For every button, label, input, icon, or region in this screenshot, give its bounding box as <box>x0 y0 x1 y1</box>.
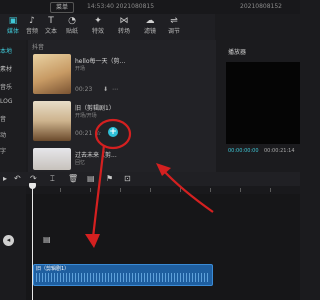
media-thumbnail[interactable] <box>33 148 71 170</box>
favorite-icon[interactable]: ☆ <box>96 130 101 137</box>
tab-adjust[interactable]: ⇌ 调节 <box>163 16 185 35</box>
ruler-tick <box>210 188 211 192</box>
sidebar-item-audio[interactable]: 音 <box>0 114 24 123</box>
audio-waveform <box>36 273 210 282</box>
media-clip-title: 过去未来（剪... <box>75 152 117 159</box>
text-icon: T <box>48 16 54 26</box>
more-icon[interactable]: ⋯ <box>112 86 118 93</box>
player-total-time: 00:00:21:14 <box>264 148 295 154</box>
media-thumbnail[interactable] <box>33 54 71 94</box>
tab-effects[interactable]: ✦ 特效 <box>87 16 109 35</box>
media-clip-duration: 00:21 <box>75 130 93 137</box>
timeline-toolbar <box>0 172 300 186</box>
ruler-tick <box>150 188 151 192</box>
player-current-time: 00:00:00:00 <box>228 148 259 154</box>
sidebar-item-motion[interactable]: 动 <box>0 130 24 139</box>
sidebar-item-log[interactable]: LOG <box>0 98 24 105</box>
sidebar-item-music[interactable]: 音乐 <box>0 82 24 91</box>
sidebar-item-captions[interactable]: 字 <box>0 146 24 155</box>
tab-stickers[interactable]: ◔ 贴纸 <box>61 16 83 35</box>
sidebar-item-local[interactable]: 本地 <box>0 46 24 55</box>
tab-filters[interactable]: ☁ 滤镜 <box>139 16 161 35</box>
sticker-icon: ◔ <box>68 16 76 26</box>
ruler-tick <box>120 188 121 192</box>
video-track-icon: ▤ <box>43 235 51 244</box>
sidebar-item-library[interactable]: 素材 <box>0 64 24 73</box>
redo-icon[interactable]: ↷ <box>30 174 37 183</box>
media-clip-duration: 00:23 <box>75 86 93 93</box>
timeline-clip-label: 旧（剪辑剧1） <box>36 266 70 272</box>
transition-icon: ⋈ <box>119 16 129 26</box>
media-thumbnail[interactable] <box>33 101 71 141</box>
add-to-timeline-button[interactable]: + <box>108 127 118 137</box>
effects-icon: ✦ <box>94 16 102 26</box>
select-icon[interactable]: ▸ <box>3 174 7 183</box>
undo-icon[interactable]: ↶ <box>14 174 21 183</box>
split-icon[interactable]: ⌶ <box>50 174 55 184</box>
menu-button[interactable]: 菜单 <box>50 2 74 13</box>
ruler-tick <box>240 188 241 192</box>
ruler-tick <box>180 188 181 192</box>
ruler-tick <box>60 188 61 192</box>
tab-text[interactable]: T 文本 <box>40 16 62 35</box>
download-icon[interactable]: ⬇ <box>103 86 108 93</box>
freeze-icon[interactable]: ▤ <box>87 174 95 183</box>
media-clip-title: 旧（剪辑剧1） <box>75 105 115 112</box>
project-name: 20210808152 <box>240 3 282 10</box>
filter-icon: ☁ <box>145 16 155 26</box>
player-title: 播放器 <box>228 49 247 56</box>
delete-icon[interactable]: 🗑 <box>68 174 78 183</box>
flag-icon[interactable]: ⚑ <box>106 174 113 183</box>
media-clip-subtitle: 回忆 <box>75 160 86 166</box>
ruler-tick <box>270 188 271 192</box>
media-clip-subtitle: 开场/开场 <box>75 113 97 119</box>
ruler-tick <box>90 188 91 192</box>
crop-icon[interactable]: ⊡ <box>124 174 131 183</box>
audio-toggle-icon[interactable]: ◂ <box>3 235 14 246</box>
folder-label: 抖音 <box>32 44 45 51</box>
playhead[interactable] <box>32 186 33 300</box>
project-timestamp: 14:53:40 2021080815 <box>87 3 155 10</box>
tab-transitions[interactable]: ⋈ 转场 <box>113 16 135 35</box>
media-clip-subtitle: 开场 <box>75 66 86 72</box>
adjust-icon: ⇌ <box>170 16 178 26</box>
player-preview[interactable] <box>226 62 300 144</box>
media-clip-title: hello每一天（剪... <box>75 58 126 65</box>
